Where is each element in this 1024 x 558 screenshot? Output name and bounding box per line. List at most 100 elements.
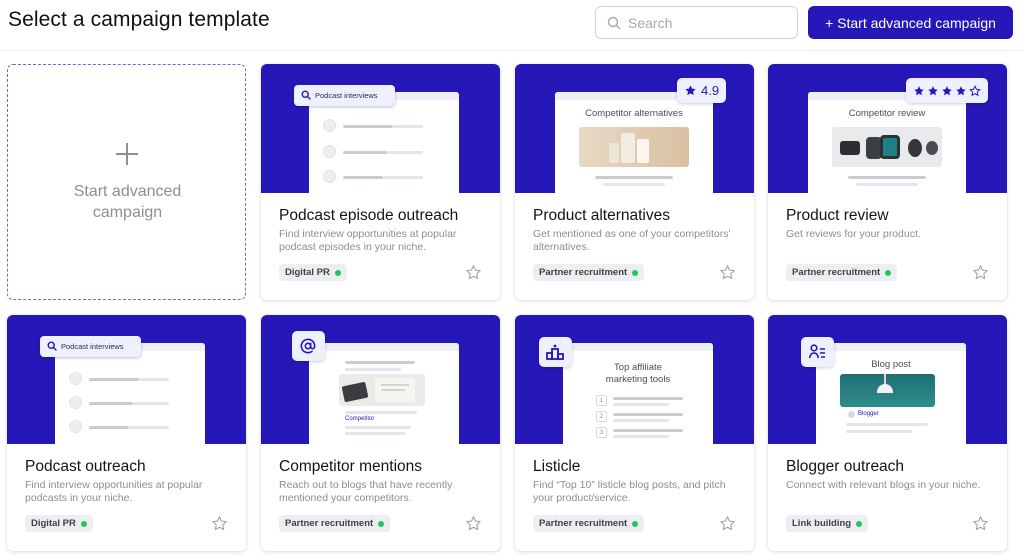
card-title: Podcast outreach (25, 458, 146, 475)
template-card-podcast-episode-outreach[interactable]: Podcast interviews Podcast episode outre… (261, 64, 500, 300)
star-outline-icon[interactable] (465, 515, 482, 532)
star-filled-icon (928, 85, 938, 95)
status-dot (885, 269, 892, 276)
card-thumbnail: Competitor (261, 315, 500, 444)
thumbnail-title-line2: marketing tools (605, 374, 671, 385)
template-card-podcast-outreach[interactable]: Podcast interviews Podcast outreach Find… (7, 315, 246, 551)
thumbnail-title: Top affiliate marketing tools (563, 362, 713, 386)
search-box[interactable] (595, 6, 798, 39)
status-dot (80, 520, 87, 527)
star-filled-icon (956, 85, 966, 95)
thumbnail-title: Blog post (871, 359, 911, 370)
product-image (579, 127, 689, 167)
search-input[interactable] (628, 7, 793, 38)
star-outline-icon[interactable] (972, 515, 989, 532)
status-dot (378, 520, 385, 527)
article-image (339, 374, 425, 406)
card-thumbnail: Podcast interviews (261, 64, 500, 193)
podium-tile (539, 337, 572, 367)
card-title: Listicle (533, 458, 581, 475)
card-title: Blogger outreach (786, 458, 905, 475)
thumbnail-title: Competitor review (848, 108, 926, 119)
star-outline-icon[interactable] (719, 515, 736, 532)
star-outline-icon[interactable] (719, 264, 736, 281)
template-card-listicle[interactable]: Top affiliate marketing tools 1 2 3 List… (515, 315, 754, 551)
competitor-link-text: Competitor (345, 416, 375, 422)
search-icon (301, 90, 311, 100)
card-title: Product alternatives (533, 207, 670, 224)
star-outline-icon[interactable] (211, 515, 228, 532)
star-filled-icon (914, 85, 924, 95)
thumbnail-mock-page (55, 343, 205, 444)
template-card-blogger-outreach[interactable]: Blog post Blogger Blogger outreach Conne… (768, 315, 1007, 551)
start-advanced-campaign-button[interactable]: + Start advanced campaign (808, 6, 1013, 39)
category-tag: Partner recruitment (786, 264, 898, 281)
blog-image (840, 374, 935, 407)
status-dot (632, 520, 639, 527)
thumbnail-mock-page: Competitor (309, 343, 459, 444)
card-thumbnail: Podcast interviews (7, 315, 246, 444)
category-tag: Digital PR (25, 515, 93, 532)
card-thumbnail: Competitor alternatives 4.9 (515, 64, 754, 193)
rating-chip: 4.9 (677, 78, 727, 103)
plus-icon (116, 143, 138, 165)
tag-label: Digital PR (31, 518, 76, 529)
thumbnail-mock-page: Top affiliate marketing tools 1 2 3 (563, 343, 713, 444)
list-number: 1 (596, 395, 607, 406)
start-advanced-label-line1: Start advanced (73, 183, 182, 200)
card-thumbnail: Top affiliate marketing tools 1 2 3 (515, 315, 754, 444)
card-title: Podcast episode outreach (279, 207, 459, 224)
card-description: Find interview opportunities at popular … (279, 228, 457, 253)
star-rating-chip (906, 78, 988, 103)
podcast-interviews-chip: Podcast interviews (294, 85, 395, 106)
tag-label: Partner recruitment (539, 267, 628, 278)
start-advanced-campaign-card[interactable]: Start advanced campaign (7, 64, 246, 300)
user-list-tile (801, 337, 834, 367)
card-description: Find “Top 10” listicle blog posts, and p… (533, 479, 726, 504)
tag-label: Digital PR (285, 267, 330, 278)
thumbnail-mock-page: Competitor alternatives (555, 92, 713, 193)
status-dot (334, 269, 341, 276)
card-description: Connect with relevant blogs in your nich… (786, 479, 981, 491)
page-header: Select a campaign template + Start advan… (0, 0, 1024, 46)
thumbnail-mock-page: Competitor review (808, 92, 966, 193)
category-tag: Partner recruitment (279, 515, 391, 532)
category-tag: Partner recruitment (533, 264, 645, 281)
thumbnail-mock-page (309, 92, 459, 193)
category-tag: Link building (786, 515, 869, 532)
at-sign-tile (292, 331, 325, 361)
category-tag: Partner recruitment (533, 515, 645, 532)
card-description: Get reviews for your product. (786, 228, 921, 240)
template-card-competitor-mentions[interactable]: Competitor Competitor mentions Reach out… (261, 315, 500, 551)
category-tag: Digital PR (279, 264, 347, 281)
chip-label: Podcast interviews (61, 342, 124, 351)
at-sign-icon (300, 338, 316, 354)
podcast-interviews-chip: Podcast interviews (40, 336, 141, 357)
star-outline-icon[interactable] (465, 264, 482, 281)
card-title: Product review (786, 207, 889, 224)
star-filled-icon (942, 85, 952, 95)
user-list-icon (809, 344, 825, 359)
card-thumbnail: Competitor review (768, 64, 1007, 193)
avatar (848, 411, 855, 418)
thumbnail-title: Competitor alternatives (585, 108, 683, 119)
start-advanced-label-line2: campaign (92, 204, 163, 221)
tag-label: Partner recruitment (539, 518, 628, 529)
thumbnail-title-line1: Top affiliate (614, 362, 662, 373)
author-name: Blogger (858, 411, 879, 417)
card-description: Find interview opportunities at popular … (25, 479, 203, 504)
card-title: Competitor mentions (279, 458, 423, 475)
thumbnail-mock-page: Blog post Blogger (816, 343, 966, 444)
search-icon (47, 341, 57, 351)
start-advanced-label: Start advanced campaign (8, 181, 247, 223)
list-number: 2 (596, 411, 607, 422)
podium-icon (546, 344, 564, 360)
header-divider (0, 50, 1024, 51)
page-title: Select a campaign template (8, 8, 270, 31)
chip-label: Podcast interviews (315, 91, 378, 100)
template-card-product-alternatives[interactable]: Competitor alternatives 4.9 Product alte… (515, 64, 754, 300)
search-icon (607, 16, 621, 30)
card-thumbnail: Blog post Blogger (768, 315, 1007, 444)
star-outline-icon[interactable] (972, 264, 989, 281)
template-card-product-review[interactable]: Competitor review Product review Get rev… (768, 64, 1007, 300)
